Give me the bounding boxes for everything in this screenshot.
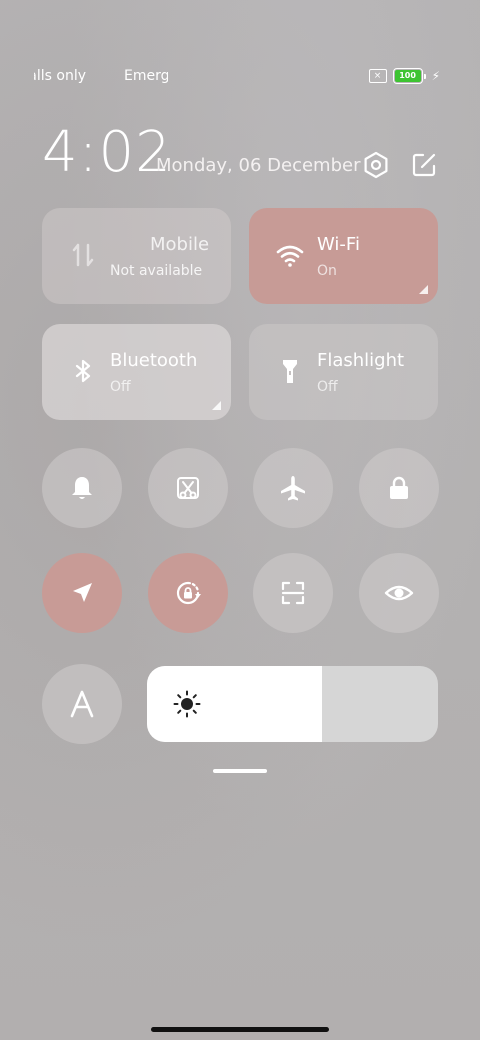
wifi-expand-corner[interactable] bbox=[419, 285, 428, 294]
bluetooth-status: Off bbox=[110, 379, 131, 395]
carrier-text-right: Emergency calls bbox=[124, 68, 168, 84]
reading-mode-toggle[interactable] bbox=[359, 553, 439, 633]
eye-icon bbox=[384, 585, 414, 601]
wifi-title: Wi-Fi bbox=[317, 234, 360, 255]
carrier-text-left: Emergency calls only bbox=[34, 68, 86, 84]
screenshot-toggle[interactable] bbox=[148, 448, 228, 528]
ringer-toggle[interactable] bbox=[42, 448, 122, 528]
mobile-data-tile[interactable]: Mobile data Not available bbox=[42, 208, 231, 304]
mobile-data-status: Not available bbox=[110, 263, 203, 279]
charging-icon: ⚡ bbox=[431, 69, 440, 83]
lock-icon bbox=[390, 476, 408, 499]
home-indicator[interactable] bbox=[151, 1027, 329, 1032]
scanner-toggle[interactable] bbox=[253, 553, 333, 633]
brightness-slider[interactable] bbox=[147, 666, 438, 742]
rotation-lock-toggle[interactable] bbox=[148, 553, 228, 633]
settings-button[interactable] bbox=[362, 151, 390, 179]
wifi-tile[interactable]: Wi-Fi On bbox=[249, 208, 438, 304]
bluetooth-expand-corner[interactable] bbox=[212, 401, 221, 410]
mobile-data-title: Mobile data bbox=[150, 234, 212, 255]
edit-button[interactable] bbox=[410, 151, 438, 179]
status-icons: × 100 ⚡ bbox=[368, 68, 440, 84]
flashlight-status: Off bbox=[317, 379, 338, 395]
airplane-toggle[interactable] bbox=[253, 448, 333, 528]
flashlight-title: Flashlight bbox=[317, 350, 405, 371]
wifi-status: On bbox=[317, 263, 337, 279]
location-icon bbox=[73, 583, 92, 602]
font-size-toggle[interactable] bbox=[42, 664, 122, 744]
clock-time: 4:02 bbox=[42, 120, 172, 185]
scanner-icon bbox=[281, 581, 305, 605]
font-icon bbox=[70, 690, 94, 718]
status-bar: Emergency calls only Emergency calls × 1… bbox=[0, 62, 480, 92]
bluetooth-title: Bluetooth bbox=[110, 350, 198, 371]
no-sim-icon: × bbox=[368, 69, 387, 83]
flashlight-icon bbox=[283, 360, 297, 383]
battery-icon: 100 bbox=[392, 68, 426, 84]
battery-level: 100 bbox=[394, 70, 421, 82]
bell-icon bbox=[72, 477, 92, 499]
edit-icon bbox=[412, 153, 436, 177]
location-toggle[interactable] bbox=[42, 553, 122, 633]
screenshot-icon bbox=[177, 477, 199, 499]
flashlight-tile[interactable]: Flashlight Off bbox=[249, 324, 438, 420]
mobile-data-icon bbox=[72, 243, 94, 267]
airplane-icon bbox=[281, 476, 305, 501]
settings-icon bbox=[364, 151, 388, 179]
bluetooth-icon bbox=[75, 359, 91, 383]
bluetooth-tile[interactable]: Bluetooth Off bbox=[42, 324, 231, 420]
wifi-icon bbox=[276, 245, 304, 267]
lock-screen-toggle[interactable] bbox=[359, 448, 439, 528]
panel-drag-handle[interactable] bbox=[213, 769, 267, 773]
brightness-icon bbox=[173, 690, 201, 718]
clock-date: Monday, 06 December bbox=[156, 155, 361, 176]
rotation-lock-icon bbox=[176, 581, 201, 605]
